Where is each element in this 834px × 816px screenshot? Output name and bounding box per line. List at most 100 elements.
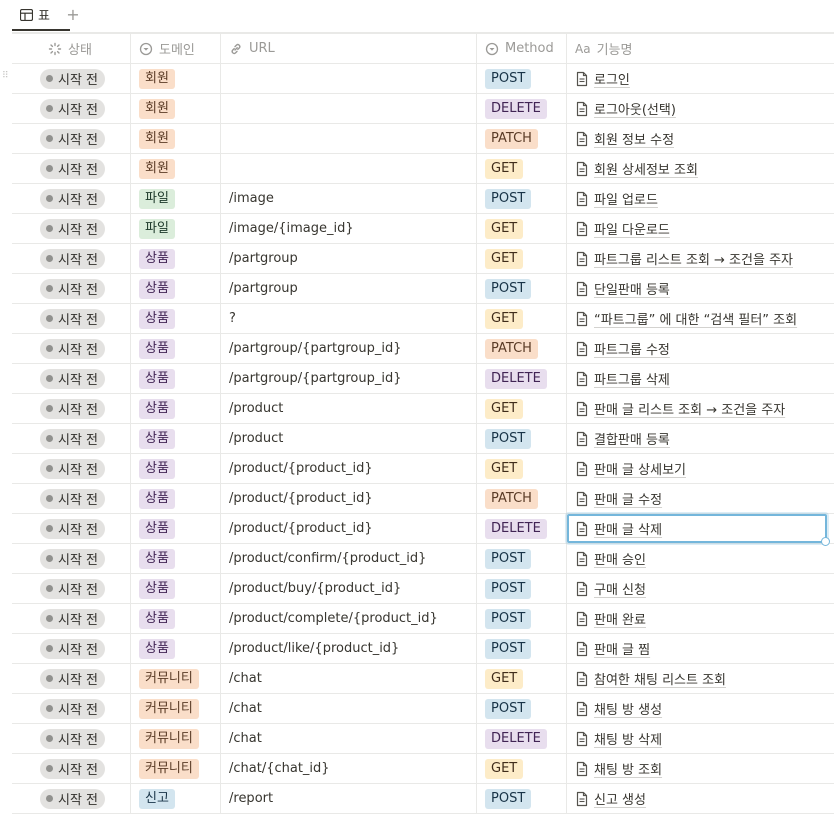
feature-name-cell[interactable]: 로그아웃(선택) [566, 94, 834, 123]
feature-name-cell[interactable]: 채팅 방 생성 [566, 694, 834, 723]
method-cell[interactable]: GET [476, 154, 566, 183]
status-cell[interactable]: 시작 전 [12, 94, 130, 123]
domain-cell[interactable]: 커뮤니티 [130, 724, 220, 753]
table-row[interactable]: 시작 전 상품/product GET 판매 글 리스트 조회 → 조건을 주자 [12, 394, 834, 424]
url-cell[interactable]: /product/{product_id} [220, 484, 476, 513]
method-cell[interactable]: DELETE [476, 364, 566, 393]
feature-name-cell[interactable]: 판매 글 찜 [566, 634, 834, 663]
url-cell[interactable]: /product/like/{product_id} [220, 634, 476, 663]
status-cell[interactable]: 시작 전 [12, 664, 130, 693]
url-cell[interactable]: ? [220, 304, 476, 333]
feature-name-cell[interactable]: 파트그룹 삭제 [566, 364, 834, 393]
url-cell[interactable]: /product/{product_id} [220, 514, 476, 543]
status-cell[interactable]: 시작 전 [12, 784, 130, 813]
status-cell[interactable]: 시작 전 [12, 694, 130, 723]
feature-name-cell[interactable]: 구매 신청 [566, 574, 834, 603]
domain-cell[interactable]: 상품 [130, 574, 220, 603]
table-row[interactable]: 시작 전 상품/product/complete/{product_id} POST… [12, 604, 834, 634]
status-cell[interactable]: 시작 전 [12, 424, 130, 453]
feature-name-link[interactable]: 판매 승인 [594, 549, 646, 568]
feature-name-link[interactable]: 판매 글 찜 [594, 639, 650, 658]
add-view-button[interactable]: + [64, 5, 82, 25]
domain-cell[interactable]: 회원 [130, 64, 220, 93]
status-cell[interactable]: 시작 전 [12, 604, 130, 633]
url-cell[interactable]: /image [220, 184, 476, 213]
table-row[interactable]: 시작 전 상품/product/like/{product_id} POST 판매 글… [12, 634, 834, 664]
table-row[interactable]: 시작 전 상품/partgroup GET 파트그룹 리스트 조회 → 조건을 주자 [12, 244, 834, 274]
status-cell[interactable]: 시작 전 [12, 724, 130, 753]
feature-name-link[interactable]: 구매 신청 [594, 579, 646, 598]
feature-name-link[interactable]: 파일 업로드 [594, 189, 658, 208]
tab-table-view[interactable]: 표 [12, 0, 70, 31]
feature-name-cell[interactable]: 파일 다운로드 [566, 214, 834, 243]
method-cell[interactable]: PATCH [476, 484, 566, 513]
status-cell[interactable]: 시작 전 [12, 754, 130, 783]
table-row[interactable]: 시작 전 상품/partgroup/{partgroup_id} DELETE 파트그… [12, 364, 834, 394]
domain-cell[interactable]: 상품 [130, 304, 220, 333]
method-cell[interactable]: GET [476, 304, 566, 333]
method-cell[interactable]: POST [476, 424, 566, 453]
status-cell[interactable]: 시작 전 [12, 454, 130, 483]
feature-name-link[interactable]: 회원 상세정보 조회 [594, 159, 698, 178]
feature-name-link[interactable]: 판매 글 리스트 조회 → 조건을 주자 [594, 399, 785, 418]
domain-cell[interactable]: 회원 [130, 94, 220, 123]
feature-name-link[interactable]: 파일 다운로드 [594, 219, 670, 238]
feature-name-cell[interactable]: 판매 글 상세보기 [566, 454, 834, 483]
status-cell[interactable]: 시작 전 [12, 544, 130, 573]
domain-cell[interactable]: 상품 [130, 454, 220, 483]
method-cell[interactable]: GET [476, 214, 566, 243]
url-cell[interactable] [220, 154, 476, 183]
column-header-status[interactable]: 상태 [12, 34, 130, 63]
domain-cell[interactable]: 상품 [130, 634, 220, 663]
feature-name-link[interactable]: 로그아웃(선택) [594, 99, 676, 118]
method-cell[interactable]: DELETE [476, 724, 566, 753]
feature-name-cell[interactable]: 참여한 채팅 리스트 조회 [566, 664, 834, 693]
method-cell[interactable]: DELETE [476, 514, 566, 543]
feature-name-cell[interactable]: 회원 정보 수정 [566, 124, 834, 153]
url-cell[interactable]: /chat/{chat_id} [220, 754, 476, 783]
domain-cell[interactable]: 상품 [130, 424, 220, 453]
method-cell[interactable]: POST [476, 274, 566, 303]
domain-cell[interactable]: 커뮤니티 [130, 664, 220, 693]
feature-name-link[interactable]: 단일판매 등록 [594, 279, 670, 298]
feature-name-link[interactable]: 파트그룹 리스트 조회 → 조건을 주자 [594, 249, 793, 268]
method-cell[interactable]: POST [476, 64, 566, 93]
feature-name-cell[interactable]: 신고 생성 [566, 784, 834, 813]
url-cell[interactable]: /partgroup/{partgroup_id} [220, 334, 476, 363]
status-cell[interactable]: 시작 전 [12, 64, 130, 93]
url-cell[interactable]: /image/{image_id} [220, 214, 476, 243]
table-row[interactable]: 시작 전 상품/product/confirm/{product_id} POST 판… [12, 544, 834, 574]
method-cell[interactable]: GET [476, 454, 566, 483]
url-cell[interactable]: /chat [220, 724, 476, 753]
feature-name-cell[interactable]: 판매 글 수정 [566, 484, 834, 513]
status-cell[interactable]: 시작 전 [12, 274, 130, 303]
domain-cell[interactable]: 상품 [130, 514, 220, 543]
method-cell[interactable]: GET [476, 754, 566, 783]
feature-name-cell[interactable]: “파트그룹” 에 대한 “검색 필터” 조회 [566, 304, 834, 333]
method-cell[interactable]: PATCH [476, 124, 566, 153]
feature-name-cell[interactable]: 파일 업로드 [566, 184, 834, 213]
table-row[interactable]: 시작 전 상품/partgroup POST 단일판매 등록 [12, 274, 834, 304]
method-cell[interactable]: GET [476, 664, 566, 693]
table-row[interactable]: 시작 전 회원 DELETE 로그아웃(선택) [12, 94, 834, 124]
feature-name-cell[interactable]: 단일판매 등록 [566, 274, 834, 303]
domain-cell[interactable]: 파일 [130, 184, 220, 213]
method-cell[interactable]: POST [476, 634, 566, 663]
method-cell[interactable]: POST [476, 694, 566, 723]
status-cell[interactable]: 시작 전 [12, 214, 130, 243]
table-row[interactable]: 시작 전 커뮤니티/chat/{chat_id} GET 채팅 방 조회 [12, 754, 834, 784]
feature-name-cell[interactable]: 파트그룹 수정 [566, 334, 834, 363]
feature-name-link[interactable]: 회원 정보 수정 [594, 129, 674, 148]
method-cell[interactable]: POST [476, 784, 566, 813]
feature-name-link[interactable]: 결합판매 등록 [594, 429, 670, 448]
url-cell[interactable]: /product/{product_id} [220, 454, 476, 483]
domain-cell[interactable]: 상품 [130, 364, 220, 393]
feature-name-link[interactable]: 파트그룹 수정 [594, 339, 670, 358]
feature-name-cell[interactable]: 채팅 방 조회 [566, 754, 834, 783]
table-row[interactable]: 시작 전 상품/product/buy/{product_id} POST 구매 신청 [12, 574, 834, 604]
feature-name-cell[interactable]: 파트그룹 리스트 조회 → 조건을 주자 [566, 244, 834, 273]
table-row[interactable]: 시작 전 회원 PATCH 회원 정보 수정 [12, 124, 834, 154]
table-row[interactable]: 시작 전 파일/image/{image_id} GET 파일 다운로드 [12, 214, 834, 244]
status-cell[interactable]: 시작 전 [12, 634, 130, 663]
url-cell[interactable]: /product/buy/{product_id} [220, 574, 476, 603]
